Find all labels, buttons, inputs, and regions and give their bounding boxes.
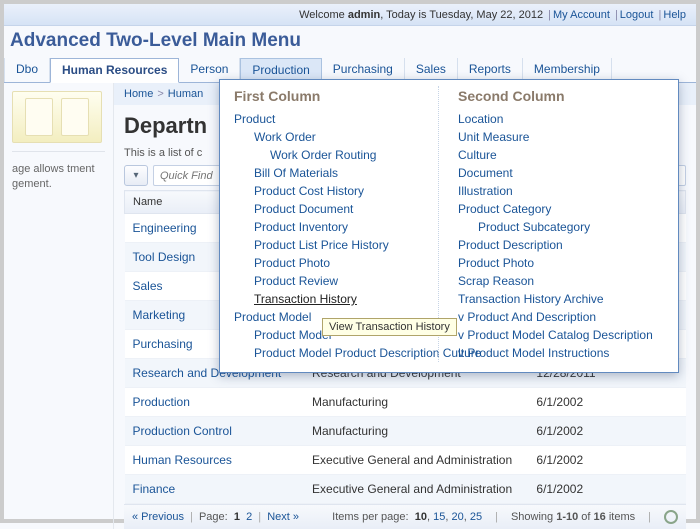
menu-item[interactable]: Work Order Routing bbox=[234, 146, 444, 164]
pager: « Previous | Page: 1 2 | Next » Items pe… bbox=[124, 504, 686, 529]
menu-item[interactable]: Scrap Reason bbox=[458, 272, 668, 290]
menu-item[interactable]: v Product And Description bbox=[458, 308, 668, 326]
menu-item[interactable]: Product Photo bbox=[234, 254, 444, 272]
folder-icon bbox=[12, 91, 102, 143]
divider bbox=[12, 151, 105, 152]
sep: | bbox=[548, 9, 551, 21]
row-name[interactable]: Production bbox=[125, 388, 305, 417]
sep: | bbox=[648, 511, 651, 523]
menu-item[interactable]: Transaction History Archive bbox=[458, 290, 668, 308]
showing-of: of bbox=[578, 511, 593, 523]
mega-col2-heading: Second Column bbox=[458, 88, 668, 104]
showing-pre: Showing bbox=[511, 511, 556, 523]
welcome-user: admin bbox=[348, 9, 380, 21]
row-name[interactable]: Finance bbox=[125, 475, 305, 504]
help-link[interactable]: Help bbox=[663, 9, 686, 21]
menu-item[interactable]: Product List Price History bbox=[234, 236, 444, 254]
pager-label: Page: bbox=[199, 511, 228, 523]
row-group: Executive General and Administration bbox=[304, 446, 528, 475]
row-group: Executive General and Administration bbox=[304, 475, 528, 504]
row-date: 6/1/2002 bbox=[528, 388, 685, 417]
menu-item[interactable]: Work Order bbox=[234, 128, 444, 146]
side-text: age allows tment gement. bbox=[4, 158, 113, 200]
row-name[interactable]: Human Resources bbox=[125, 446, 305, 475]
breadcrumb-home[interactable]: Home bbox=[124, 88, 153, 100]
menu-item[interactable]: Product Category bbox=[458, 200, 668, 218]
table-row[interactable]: Human ResourcesExecutive General and Adm… bbox=[125, 446, 686, 475]
menu-item[interactable]: Unit Measure bbox=[458, 128, 668, 146]
pager-page-2[interactable]: 2 bbox=[246, 511, 252, 523]
menu-item[interactable]: Document bbox=[458, 164, 668, 182]
pager-prev[interactable]: « Previous bbox=[132, 511, 184, 523]
menu-item[interactable]: v Product Model Catalog Description bbox=[458, 326, 668, 344]
menu-item[interactable]: Product Inventory bbox=[234, 218, 444, 236]
menu-item[interactable]: Bill Of Materials bbox=[234, 164, 444, 182]
tooltip: View Transaction History bbox=[322, 318, 457, 336]
sep: | bbox=[659, 9, 662, 21]
ipp-15[interactable]: 15 bbox=[433, 511, 445, 523]
menu-item[interactable]: Transaction History bbox=[234, 290, 444, 308]
table-row[interactable]: ProductionManufacturing6/1/2002 bbox=[125, 388, 686, 417]
refresh-icon[interactable] bbox=[664, 510, 678, 524]
tab-human-resources[interactable]: Human Resources bbox=[50, 58, 179, 83]
menu-item[interactable]: Product Model Product Description Cultur… bbox=[234, 344, 444, 362]
left-sidebar: age allows tment gement. bbox=[4, 83, 114, 529]
sep: | bbox=[495, 511, 498, 523]
mega-col1-heading: First Column bbox=[234, 88, 444, 104]
ipp-25[interactable]: 25 bbox=[470, 511, 482, 523]
welcome-bar: Welcome admin, Today is Tuesday, May 22,… bbox=[4, 4, 696, 26]
table-row[interactable]: Production ControlManufacturing6/1/2002 bbox=[125, 417, 686, 446]
pager-next[interactable]: Next » bbox=[267, 511, 299, 523]
table-row[interactable]: FinanceExecutive General and Administrat… bbox=[125, 475, 686, 504]
menu-item[interactable]: Product Cost History bbox=[234, 182, 444, 200]
menu-item[interactable]: Product Photo bbox=[458, 254, 668, 272]
tab-dbo[interactable]: Dbo bbox=[4, 58, 50, 82]
logout-link[interactable]: Logout bbox=[620, 9, 654, 21]
welcome-mid: , Today is bbox=[380, 9, 429, 21]
menu-item[interactable]: Product Review bbox=[234, 272, 444, 290]
row-date: 6/1/2002 bbox=[528, 446, 685, 475]
row-name[interactable]: Production Control bbox=[125, 417, 305, 446]
showing-post: items bbox=[606, 511, 635, 523]
row-group: Manufacturing bbox=[304, 417, 528, 446]
showing-range: 1-10 bbox=[556, 511, 578, 523]
menu-item[interactable]: Product bbox=[234, 110, 444, 128]
welcome-prefix: Welcome bbox=[299, 9, 348, 21]
sep: > bbox=[157, 88, 163, 100]
menu-item[interactable]: Illustration bbox=[458, 182, 668, 200]
page-title: Advanced Two-Level Main Menu bbox=[4, 26, 696, 58]
menu-item[interactable]: Product Subcategory bbox=[458, 218, 668, 236]
ipp-20[interactable]: 20 bbox=[451, 511, 463, 523]
menu-item[interactable]: Culture bbox=[458, 146, 668, 164]
actions-dropdown-button[interactable]: ▾ bbox=[124, 165, 148, 186]
sep: | bbox=[615, 9, 618, 21]
welcome-date: Tuesday, May 22, 2012 bbox=[429, 9, 543, 21]
ipp-label: Items per page: bbox=[332, 511, 408, 523]
ipp-10[interactable]: 10 bbox=[415, 511, 427, 523]
breadcrumb-section[interactable]: Human bbox=[168, 88, 203, 100]
row-group: Manufacturing bbox=[304, 388, 528, 417]
sep: | bbox=[190, 511, 193, 523]
menu-item[interactable]: Product Description bbox=[458, 236, 668, 254]
showing-total: 16 bbox=[594, 511, 606, 523]
menu-item[interactable]: Location bbox=[458, 110, 668, 128]
my-account-link[interactable]: My Account bbox=[553, 9, 610, 21]
menu-item[interactable]: Product Document bbox=[234, 200, 444, 218]
pager-page-1[interactable]: 1 bbox=[234, 511, 240, 523]
row-date: 6/1/2002 bbox=[528, 417, 685, 446]
row-date: 6/1/2002 bbox=[528, 475, 685, 504]
sep: | bbox=[258, 511, 261, 523]
menu-item[interactable]: v Product Model Instructions bbox=[458, 344, 668, 362]
